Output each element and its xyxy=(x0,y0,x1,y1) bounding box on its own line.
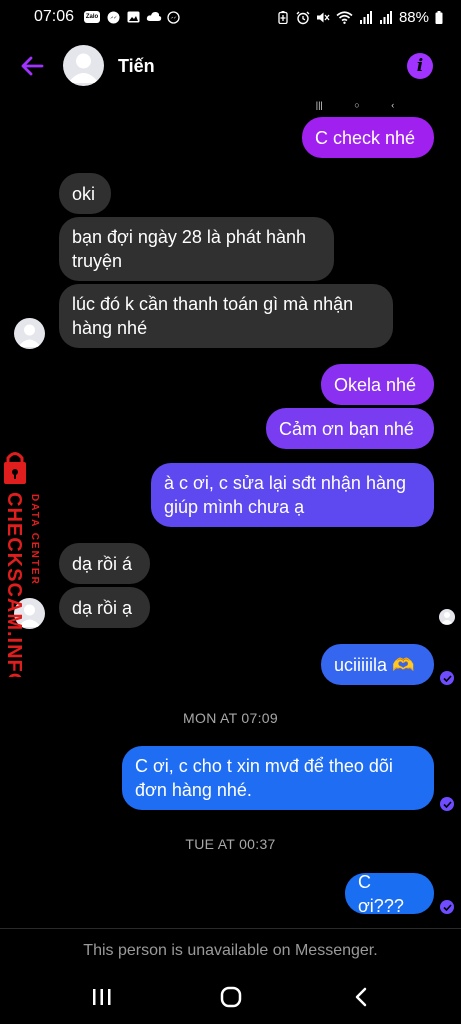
message-text: uciiiiila 🫶 xyxy=(334,654,415,675)
message-bubble-received[interactable]: dạ rồi á xyxy=(59,543,150,584)
back-arrow-icon xyxy=(21,56,44,76)
mini-back-icon: ‹ xyxy=(391,100,395,110)
contact-name[interactable]: Tiến xyxy=(118,56,155,77)
system-nav-bar xyxy=(0,970,461,1024)
message-text-line: giúp mình chưa ạ xyxy=(164,497,305,517)
cloud-icon xyxy=(146,11,162,23)
message-bubble-received[interactable]: dạ rồi ạ xyxy=(59,587,150,628)
watermark-brand: CHECKSCAM.INFO xyxy=(3,492,25,677)
status-time: 07:06 xyxy=(34,8,75,25)
timestamp: MON AT 07:09 xyxy=(183,710,278,726)
signal-icon xyxy=(379,11,393,24)
battery-icon xyxy=(435,11,443,24)
battery-percent: 88% xyxy=(398,8,429,26)
wifi-icon xyxy=(336,11,353,24)
signal-icon xyxy=(359,11,373,24)
message-text-line: bạn đợi ngày 28 là phát hành xyxy=(72,227,306,247)
seen-avatar xyxy=(439,609,455,625)
unavailable-notice: This person is unavailable on Messenger. xyxy=(83,942,378,959)
battery-saver-icon xyxy=(276,11,290,25)
message-bubble-sent[interactable]: uciiiiila 🫶 xyxy=(321,644,434,685)
message-text: oki xyxy=(72,183,96,204)
default-avatar-icon xyxy=(441,612,453,624)
message-bubble-received[interactable]: bạn đợi ngày 28 là phát hành truyện xyxy=(59,217,334,281)
info-icon: i xyxy=(416,56,424,76)
default-avatar-icon xyxy=(68,53,99,83)
message-text-line: C ơi, c cho t xin mvđ để theo dõi xyxy=(135,756,393,776)
default-avatar-icon xyxy=(18,324,41,347)
message-text: Okela nhé xyxy=(334,374,417,395)
recents-icon xyxy=(93,989,111,1005)
recents-button[interactable] xyxy=(87,984,117,1010)
delivered-check-icon xyxy=(440,671,454,685)
message-bubble-sent[interactable]: Okela nhé xyxy=(321,364,434,405)
message-bubble-sent[interactable]: Cảm ơn bạn nhé xyxy=(266,408,434,449)
message-bubble-sent[interactable]: à c ơi, c sửa lại sđt nhận hàng giúp mìn… xyxy=(151,463,434,527)
chat-header: Tiến i xyxy=(0,40,461,92)
message-bubble-sent[interactable]: C ơi??? xyxy=(345,872,434,916)
delivered-check-icon xyxy=(440,797,454,811)
status-bar: 07:06 Zalo 88% xyxy=(0,0,461,34)
info-button[interactable]: i xyxy=(407,53,433,79)
mini-nav-overlay: ||| ○ ‹ xyxy=(300,99,410,111)
message-text: dạ rồi á xyxy=(72,553,133,574)
message-bubble-sent[interactable]: C check nhé xyxy=(302,117,434,158)
mini-home-icon: ○ xyxy=(354,100,360,110)
messenger-icon xyxy=(106,11,120,24)
status-right: 88% xyxy=(276,9,443,26)
message-text-line: truyện xyxy=(72,251,123,271)
alarm-icon xyxy=(296,11,310,25)
footer-divider xyxy=(0,928,461,929)
contact-avatar[interactable] xyxy=(63,45,104,86)
message-text: dạ rồi ạ xyxy=(72,597,133,618)
message-bubble-sent[interactable]: C ơi, c cho t xin mvđ để theo dõi đơn hà… xyxy=(122,746,434,810)
watermark-tagline: DATA CENTER xyxy=(29,494,40,586)
watermark: CHECKSCAM.INFO DATA CENTER xyxy=(2,452,52,689)
back-nav-icon xyxy=(355,987,367,1007)
zalo-icon: Zalo xyxy=(84,11,101,23)
delivered-check-icon xyxy=(440,900,454,914)
status-left: 07:06 Zalo xyxy=(34,8,180,26)
message-text-line: lúc đó k cần thanh toán gì mà nhận xyxy=(72,294,354,314)
message-text-line: hàng nhé xyxy=(72,318,148,338)
back-button[interactable] xyxy=(18,52,46,80)
back-nav-button[interactable] xyxy=(346,984,376,1010)
message-bubble-received[interactable]: oki xyxy=(59,173,111,214)
message-text: Cảm ơn bạn nhé xyxy=(279,418,414,439)
message-text: C check nhé xyxy=(315,127,416,148)
message-text: C ơi??? xyxy=(358,871,404,916)
messenger-icon xyxy=(166,11,180,24)
message-bubble-received[interactable]: lúc đó k cần thanh toán gì mà nhận hàng … xyxy=(59,284,393,348)
home-button[interactable] xyxy=(216,984,246,1010)
message-text-line: à c ơi, c sửa lại sđt nhận hàng xyxy=(164,473,406,493)
home-icon xyxy=(220,986,242,1008)
mini-recents-icon: ||| xyxy=(315,100,323,110)
gallery-icon xyxy=(126,11,140,23)
sender-avatar[interactable] xyxy=(14,318,45,349)
message-text-line: đơn hàng nhé. xyxy=(135,780,252,800)
timestamp: TUE AT 00:37 xyxy=(185,836,276,852)
mute-icon xyxy=(316,11,330,23)
